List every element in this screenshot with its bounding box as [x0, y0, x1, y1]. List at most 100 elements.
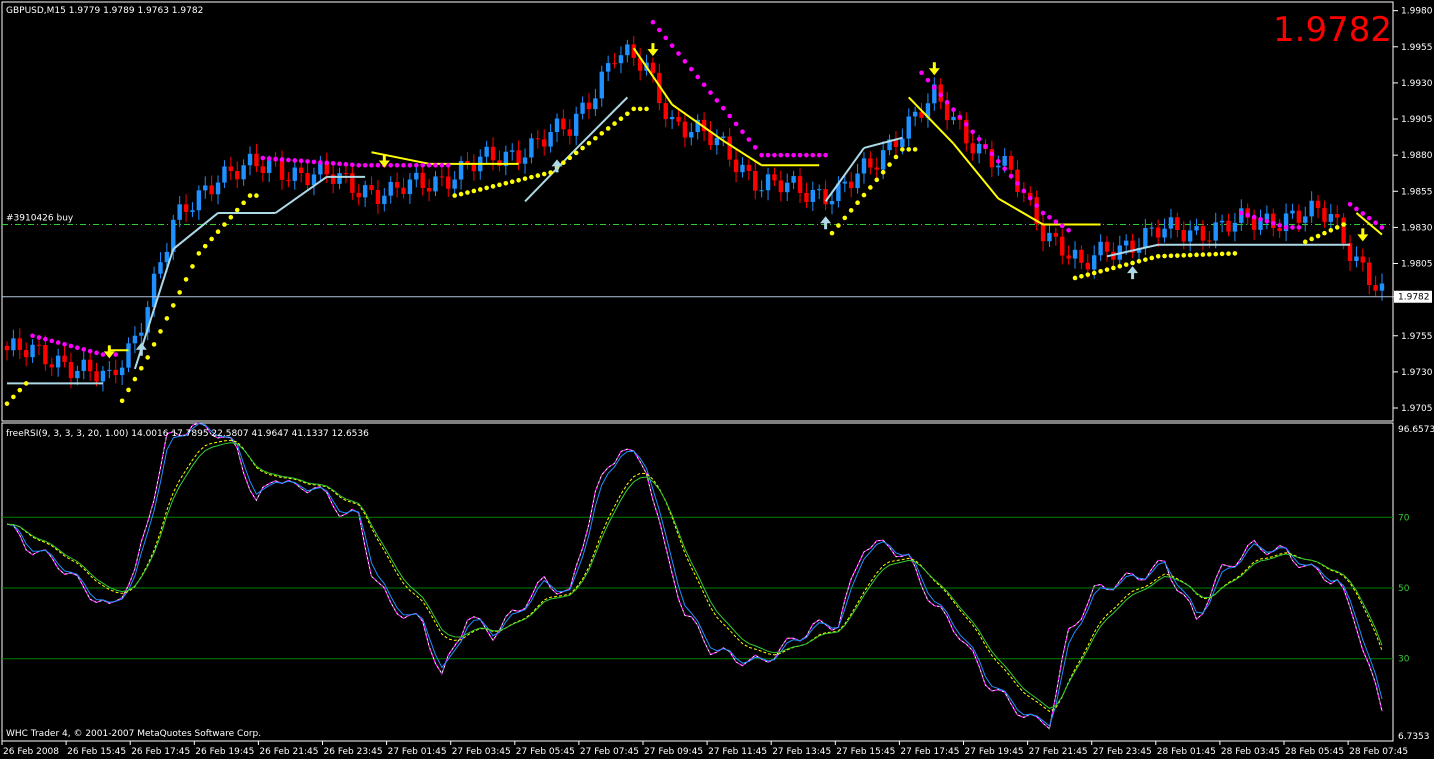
- sar-dot: [465, 190, 470, 195]
- candle-body: [11, 338, 16, 351]
- sar-dot: [1207, 252, 1212, 257]
- sar-dot: [426, 162, 432, 168]
- sar-dot: [177, 290, 182, 295]
- price-tick-label: 1.9830: [1401, 223, 1433, 233]
- candle-body: [612, 63, 617, 65]
- sar-dot: [529, 174, 534, 180]
- buy-arrow-icon: [1127, 266, 1139, 280]
- sar-dot: [420, 162, 425, 168]
- candle-body: [618, 55, 624, 64]
- price-tick-label: 1.9705: [1401, 404, 1433, 414]
- price-tick-label: 1.9955: [1401, 43, 1433, 53]
- candle-body: [407, 179, 413, 195]
- sar-dot: [266, 156, 272, 161]
- candle-body: [759, 190, 764, 192]
- sar-dot: [637, 106, 643, 112]
- sar-dot: [618, 116, 624, 121]
- candle-body: [906, 116, 911, 139]
- candle-body: [1194, 226, 1199, 231]
- sar-dot: [912, 147, 918, 152]
- candle-body: [823, 189, 828, 205]
- sar-dot: [823, 152, 828, 158]
- price-tick-label: 1.9730: [1401, 368, 1433, 378]
- candle-body: [1290, 210, 1295, 214]
- sar-dot: [388, 162, 394, 168]
- time-tick-label: 28 Feb 01:45: [1157, 747, 1216, 757]
- candle-body: [1200, 226, 1206, 241]
- sar-dot: [925, 77, 931, 83]
- sar-dot: [350, 162, 355, 168]
- sar-dot: [484, 185, 489, 191]
- candle-body: [1239, 208, 1244, 223]
- candle-body: [388, 181, 393, 196]
- time-tick-label: 27 Feb 11:45: [708, 747, 767, 757]
- candle-body: [382, 195, 387, 204]
- candle-body: [791, 176, 796, 183]
- sar-dot: [234, 207, 240, 213]
- sar-dot: [36, 335, 42, 340]
- sar-dot: [1143, 257, 1148, 262]
- sar-dot: [292, 158, 298, 163]
- sar-dot: [75, 345, 80, 351]
- candle-body: [1162, 228, 1167, 238]
- sar-dot: [401, 162, 406, 168]
- candle-body: [228, 166, 234, 171]
- candle-body: [529, 138, 534, 158]
- sar-dot: [893, 154, 899, 160]
- sar-dot: [772, 152, 777, 158]
- candle-body: [433, 176, 438, 192]
- candle-body: [1296, 210, 1302, 223]
- rsi-lines: [6, 422, 1383, 730]
- sar-dot: [497, 182, 502, 188]
- sar-dot: [1258, 216, 1263, 222]
- time-tick-label: 26 Feb 21:45: [259, 747, 318, 757]
- candle-body: [1143, 228, 1148, 249]
- price-tick-label: 1.9980: [1401, 7, 1433, 17]
- candle-body: [241, 165, 246, 180]
- candle-body: [343, 173, 349, 175]
- sar-dot: [1360, 211, 1366, 216]
- candle-body: [522, 157, 528, 164]
- price-tick-label: 1.9905: [1401, 115, 1433, 125]
- time-tick-label: 27 Feb 03:45: [452, 747, 511, 757]
- candle-body: [817, 189, 822, 191]
- sar-dot: [1187, 252, 1193, 258]
- candle-body: [650, 62, 656, 73]
- price-chart[interactable]: 1.9980 1.9955 1.9930 1.9905 1.9880 1.9855 1.98…: [0, 0, 1434, 759]
- sar-dot: [1021, 188, 1027, 194]
- time-tick-label: 26 Feb 17:45: [131, 747, 190, 757]
- sar-dot: [714, 98, 720, 103]
- candle-body: [369, 185, 374, 190]
- buy-arrow-icon: [135, 342, 147, 356]
- sar-dot: [861, 192, 867, 198]
- sar-dot: [330, 161, 336, 166]
- candle-body: [1354, 256, 1359, 262]
- sar-dot: [983, 144, 988, 149]
- candle-body: [1264, 213, 1270, 220]
- sar-dot: [605, 126, 611, 131]
- candle-body: [183, 204, 189, 212]
- rsi-series-line: [6, 422, 1383, 730]
- indicator-plot-border: [1, 422, 1394, 742]
- sar-dot: [414, 162, 419, 168]
- sar-dot: [791, 152, 796, 158]
- candle-body: [1315, 200, 1321, 209]
- candles: [4, 35, 1385, 392]
- candle-body: [1271, 213, 1276, 229]
- sar-dot: [855, 200, 860, 205]
- candle-body: [484, 146, 489, 157]
- sar-dot: [1066, 227, 1071, 233]
- sar-dot: [836, 223, 841, 228]
- sar-dot: [23, 381, 29, 386]
- candle-body: [1079, 249, 1084, 263]
- sell-arrow-icon: [647, 43, 659, 57]
- symbol-header: GBPUSD,M15 1.9779 1.9789 1.9763 1.9782: [6, 6, 203, 16]
- candle-body: [740, 164, 745, 173]
- time-tick-label: 26 Feb 19:45: [195, 747, 254, 757]
- sell-arrow-icon: [1357, 228, 1369, 242]
- time-tick-label: 26 Feb 23:45: [324, 747, 383, 757]
- sar-dot: [433, 162, 438, 168]
- sar-dot: [938, 92, 944, 98]
- candle-body: [1060, 236, 1065, 256]
- candle-body: [36, 344, 42, 346]
